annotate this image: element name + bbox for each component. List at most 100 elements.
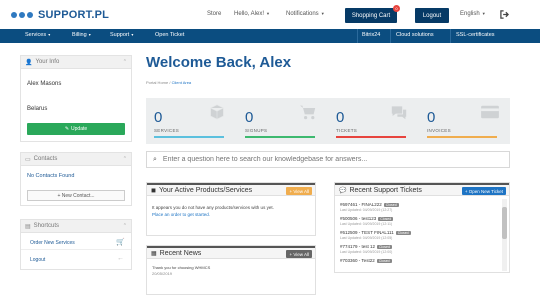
news-view-all-button[interactable]: + View All <box>286 250 312 258</box>
breadcrumb: Portal Home / Client Area <box>146 80 191 85</box>
user-name: Alex Masons <box>27 81 62 87</box>
stat-services[interactable]: 0 SERVICES <box>146 98 237 144</box>
chevron-down-icon: ▼ <box>320 11 325 16</box>
nav-billing[interactable]: Billing ▾ <box>72 32 91 38</box>
ticket-status-badge: Closed <box>377 245 392 249</box>
shortcut-order-new-services[interactable]: Order New Services 🛒 <box>21 235 131 250</box>
active-products-header: ◼ Your Active Products/Services + View A… <box>147 183 315 196</box>
account-menu[interactable]: Hello, Alex! ▼ <box>234 11 270 17</box>
site-logo[interactable]: SUPPORT.PL <box>11 9 109 21</box>
nav-bitrix24[interactable]: Bitrix24 <box>362 32 380 38</box>
logout-button[interactable]: Logout <box>415 8 449 23</box>
store-link[interactable]: Store <box>207 11 221 17</box>
recent-news-header: ▦ Recent News + View All <box>147 246 315 259</box>
kb-search-input[interactable] <box>162 156 483 163</box>
kb-search-bar: ⌕ <box>146 151 510 168</box>
contacts-panel: ▭ Contacts ⌃ No Contacts Found + New Con… <box>20 152 132 206</box>
nav-ssl-certificates[interactable]: SSL-certificates <box>456 32 495 38</box>
logout-icon[interactable] <box>500 10 509 19</box>
update-label: Update <box>71 126 88 132</box>
recent-news-panel: ▦ Recent News + View All Thank you for c… <box>146 245 316 295</box>
notifications-menu[interactable]: Notifications ▼ <box>286 11 325 17</box>
logo-dot <box>27 12 33 18</box>
nav-cloud-solutions[interactable]: Cloud solutions <box>396 32 434 38</box>
stat-label: SERVICES <box>154 128 180 133</box>
nav-services[interactable]: Services ▾ <box>25 32 50 38</box>
nav-support-label: Support <box>110 32 130 38</box>
user-icon: 👤 <box>25 59 33 66</box>
stat-signups[interactable]: 0 SIGNUPS <box>237 98 328 144</box>
ticket-item[interactable]: #703360 - Test22 Closed <box>340 258 392 264</box>
news-item-title[interactable]: Thank you for choosing WHMCS <box>152 265 210 270</box>
cube-icon: ◼ <box>151 187 156 194</box>
active-products-title: Your Active Products/Services <box>158 186 253 194</box>
stat-value: 0 <box>245 109 254 126</box>
shopping-cart-button[interactable]: Shopping Cart <box>345 8 397 23</box>
chevron-down-icon: ▼ <box>481 11 486 16</box>
open-new-ticket-button[interactable]: + Open New Ticket <box>461 187 506 195</box>
chevron-down-icon: ▾ <box>130 32 134 37</box>
your-info-title: Your Info <box>35 59 60 65</box>
recent-news-title: Recent News <box>159 249 202 257</box>
no-contacts-text: No Contacts Found <box>27 173 75 179</box>
chevron-up-icon: ⌃ <box>122 59 127 65</box>
tickets-scrollbar[interactable] <box>502 199 507 271</box>
update-button[interactable]: ✎ Update <box>27 123 125 135</box>
ticket-item[interactable]: #500506 - test123 Closed Last Updated: 04… <box>340 216 394 226</box>
recent-tickets-panel: 💬 Recent Support Tickets + Open New Tick… <box>334 182 510 273</box>
ticket-updated: Last Updated: 04/09/2019 (12:00) <box>340 250 393 254</box>
folder-icon: ▭ <box>25 156 31 163</box>
nav-divider <box>357 29 358 43</box>
shortcut-label: Logout <box>30 257 46 263</box>
contacts-header[interactable]: ▭ Contacts ⌃ <box>21 153 131 166</box>
language-menu[interactable]: English ▼ <box>460 11 486 17</box>
shortcut-logout[interactable]: Logout ← <box>21 252 131 267</box>
stat-bar <box>336 136 406 138</box>
logo-dot <box>11 12 17 18</box>
stat-value: 0 <box>336 109 345 126</box>
newspaper-icon: ▦ <box>151 250 157 257</box>
new-contact-button[interactable]: + New Contact... <box>27 190 125 201</box>
breadcrumb-home[interactable]: Portal Home <box>146 80 168 85</box>
stat-invoices[interactable]: 0 INVOICES <box>419 98 510 144</box>
nav-support[interactable]: Support ▾ <box>110 32 133 38</box>
stat-bar <box>154 136 224 138</box>
place-order-link[interactable]: Place an order to get started. <box>152 212 210 217</box>
comments-icon: 💬 <box>339 187 347 194</box>
your-info-header[interactable]: 👤 Your Info ⌃ <box>21 56 131 69</box>
logo-text: SUPPORT.PL <box>38 9 110 21</box>
breadcrumb-current: Client Area <box>171 80 192 85</box>
comments-icon <box>391 106 407 120</box>
nav-open-ticket[interactable]: Open Ticket <box>155 32 184 38</box>
cart-icon: 🛒 <box>116 239 125 246</box>
ticket-title: #500506 - test123 <box>340 216 377 221</box>
shortcuts-header[interactable]: ▤ Shortcuts ⌃ <box>21 220 131 233</box>
stat-label: TICKETS <box>336 128 358 133</box>
ticket-updated: Last Updated: 04/09/2019 (12:11) <box>340 222 393 226</box>
stat-bar <box>427 136 497 138</box>
ticket-item[interactable]: #612509 - TEST FINAL111 Closed Last Updat… <box>340 230 411 240</box>
stats-bar: 0 SERVICES 0 SIGNUPS 0 TICKETS 0 INVOICE… <box>146 98 510 144</box>
stat-tickets[interactable]: 0 TICKETS <box>328 98 419 144</box>
scrollbar-thumb[interactable] <box>502 207 507 239</box>
nav-divider <box>390 29 391 43</box>
nav-services-label: Services <box>25 32 47 38</box>
ticket-title: #612509 - TEST FINAL111 <box>340 230 394 235</box>
shopping-cart-icon <box>300 105 316 120</box>
page-title: Welcome Back, Alex <box>146 54 292 71</box>
products-view-all-button[interactable]: + View All <box>286 187 312 195</box>
stat-value: 0 <box>154 109 163 126</box>
chevron-down-icon: ▾ <box>47 32 51 37</box>
ticket-title: #774179 - test 12 <box>340 244 376 249</box>
stat-label: INVOICES <box>427 128 451 133</box>
pencil-icon: ✎ <box>64 126 70 132</box>
chevron-down-icon: ▾ <box>87 32 91 37</box>
shortcuts-title: Shortcuts <box>33 223 60 229</box>
stat-label: SIGNUPS <box>245 128 268 133</box>
recent-tickets-header: 💬 Recent Support Tickets + Open New Tick… <box>335 183 509 196</box>
ticket-item[interactable]: #774179 - test 12 Closed Last Updated: 04… <box>340 244 392 254</box>
main-nav: Services ▾ Billing ▾ Support ▾ Open Tick… <box>0 29 540 43</box>
ticket-item[interactable]: #697461 - FINAL222 Closed Last Updated: 0… <box>340 202 399 212</box>
ticket-updated: Last Updated: 04/09/2019 (12:05) <box>340 236 393 240</box>
contacts-title: Contacts <box>33 156 58 162</box>
